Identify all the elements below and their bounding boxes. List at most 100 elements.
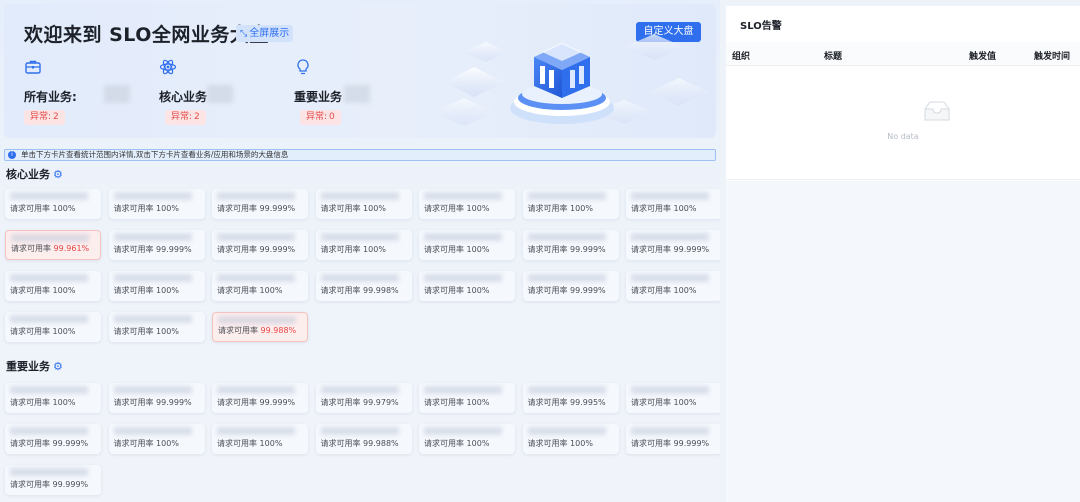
card-name-redacted <box>217 192 295 200</box>
metric-card[interactable]: 请求可用率 99.999% <box>108 230 205 260</box>
metric-card[interactable]: 请求可用率 99.999% <box>108 383 205 413</box>
metric-card[interactable]: 请求可用率 99.999% <box>5 465 101 495</box>
metric-label: 请求可用率 <box>631 245 671 254</box>
column-trigger-value[interactable]: 触发值 <box>969 49 996 62</box>
metric-card[interactable]: 请求可用率 100% <box>419 424 515 454</box>
metric-card[interactable]: 请求可用率 100% <box>108 312 205 342</box>
server-illustration <box>434 34 709 126</box>
card-name-redacted <box>631 427 709 435</box>
card-metric: 请求可用率 99.999% <box>217 244 295 255</box>
fullscreen-button[interactable]: ⤡ 全屏展示 <box>236 25 294 42</box>
metric-card[interactable]: 请求可用率 100% <box>108 189 205 219</box>
metric-card[interactable]: 请求可用率 100% <box>626 383 720 413</box>
section-title-important: 重要业务 ⚙ <box>6 360 63 373</box>
metric-card[interactable]: 请求可用率 100% <box>5 189 101 219</box>
metric-card[interactable]: 请求可用率 100% <box>419 383 515 413</box>
metric-value: 99.999% <box>52 439 89 448</box>
card-name-redacted <box>10 427 88 435</box>
metric-card[interactable]: 请求可用率 100% <box>626 189 720 219</box>
status-badge: 异常: 0 <box>300 110 341 125</box>
metric-card[interactable]: 请求可用率 100% <box>212 271 308 301</box>
metric-value: 100% <box>363 245 386 254</box>
card-metric: 请求可用率 100% <box>631 203 696 214</box>
card-name-redacted <box>424 427 502 435</box>
metric-card[interactable]: 请求可用率 99.999% <box>522 271 619 301</box>
metric-card[interactable]: 请求可用率 100% <box>522 189 619 219</box>
metric-card[interactable]: 请求可用率 100% <box>212 424 308 454</box>
metric-value: 99.999% <box>673 439 710 448</box>
metric-card[interactable]: 请求可用率 100% <box>5 312 101 342</box>
metric-card[interactable]: 请求可用率 100% <box>108 271 205 301</box>
briefcase-icon <box>25 60 41 74</box>
card-name-redacted <box>217 233 295 241</box>
metric-card[interactable]: 请求可用率 99.979% <box>315 383 412 413</box>
card-name-redacted <box>113 274 192 282</box>
metric-card[interactable]: 请求可用率 100% <box>522 424 619 454</box>
metric-label: 请求可用率 <box>217 204 257 213</box>
metric-label: 请求可用率 <box>424 204 464 213</box>
metric-label: 请求可用率 <box>631 439 671 448</box>
metric-card[interactable]: 请求可用率 100% <box>419 230 515 260</box>
metric-card[interactable]: 请求可用率 99.999% <box>212 383 308 413</box>
card-metric: 请求可用率 100% <box>424 285 489 296</box>
metric-card[interactable]: 请求可用率 100% <box>315 230 412 260</box>
card-metric: 请求可用率 100% <box>114 285 179 296</box>
metric-card[interactable]: 请求可用率 99.999% <box>212 189 308 219</box>
metric-label: 请求可用率 <box>217 398 257 407</box>
card-metric: 请求可用率 99.961% <box>11 243 89 254</box>
metric-card[interactable]: 请求可用率 99.988% <box>212 312 308 342</box>
card-name-redacted <box>424 233 502 241</box>
card-metric: 请求可用率 100% <box>424 203 489 214</box>
metric-card[interactable]: 请求可用率 100% <box>626 271 720 301</box>
card-name-redacted <box>113 386 192 394</box>
metric-label: 请求可用率 <box>320 204 361 213</box>
gear-icon[interactable]: ⚙ <box>53 360 63 373</box>
metric-card[interactable]: 请求可用率 99.988% <box>315 424 412 454</box>
alert-table-header: 组织 标题 触发值 触发时间 <box>726 42 1080 66</box>
card-name-redacted <box>320 427 399 435</box>
metric-card[interactable]: 请求可用率 100% <box>419 189 515 219</box>
metric-label: 请求可用率 <box>527 439 568 448</box>
gear-icon[interactable]: ⚙ <box>53 168 63 181</box>
card-metric: 请求可用率 100% <box>10 285 75 296</box>
card-metric: 请求可用率 99.995% <box>528 397 606 408</box>
metric-label: 请求可用率 <box>11 244 51 253</box>
stat-core-business[interactable]: 核心业务 异常: 2 <box>159 58 269 128</box>
metric-card[interactable]: 请求可用率 100% <box>419 271 515 301</box>
card-metric: 请求可用率 99.999% <box>528 244 606 255</box>
metric-card[interactable]: 请求可用率 99.999% <box>522 230 619 260</box>
metric-value: 100% <box>466 398 490 407</box>
metric-card[interactable]: 请求可用率 99.995% <box>522 383 619 413</box>
stat-all-business[interactable]: 所有业务: 异常: 2 <box>24 58 134 128</box>
metric-value: 100% <box>466 245 490 254</box>
metric-card[interactable]: 请求可用率 99.999% <box>626 424 720 454</box>
column-trigger-time[interactable]: 触发时间 <box>1034 49 1070 62</box>
metric-card[interactable]: 请求可用率 99.998% <box>315 271 412 301</box>
metric-card[interactable]: 请求可用率 100% <box>315 189 412 219</box>
card-name-redacted <box>113 427 192 435</box>
empty-state: No data <box>726 66 1080 180</box>
metric-value: 100% <box>52 286 76 295</box>
empty-text: No data <box>887 132 919 141</box>
card-name-redacted <box>320 274 399 282</box>
metric-label: 请求可用率 <box>113 327 154 336</box>
status-badge: 异常: 2 <box>24 110 65 125</box>
stat-important-business[interactable]: 重要业务 异常: 0 <box>294 58 404 128</box>
metric-card[interactable]: 请求可用率 99.999% <box>5 424 101 454</box>
empty-inbox-icon <box>924 101 950 121</box>
stat-label: 核心业务 <box>159 90 208 104</box>
card-metric: 请求可用率 100% <box>114 326 179 337</box>
metric-label: 请求可用率 <box>113 439 154 448</box>
metric-value: 99.999% <box>259 398 296 407</box>
metric-card[interactable]: 请求可用率 99.961% <box>5 230 101 260</box>
metric-card[interactable]: 请求可用率 100% <box>5 383 101 413</box>
metric-card[interactable]: 请求可用率 100% <box>108 424 205 454</box>
metric-card[interactable]: 请求可用率 99.999% <box>626 230 720 260</box>
card-metric: 请求可用率 100% <box>528 438 593 449</box>
metric-card[interactable]: 请求可用率 100% <box>5 271 101 301</box>
column-title[interactable]: 标题 <box>824 49 842 62</box>
metric-card[interactable]: 请求可用率 99.999% <box>212 230 308 260</box>
column-org[interactable]: 组织 <box>732 49 750 62</box>
card-metric: 请求可用率 100% <box>217 438 282 449</box>
card-name-redacted <box>10 468 88 476</box>
